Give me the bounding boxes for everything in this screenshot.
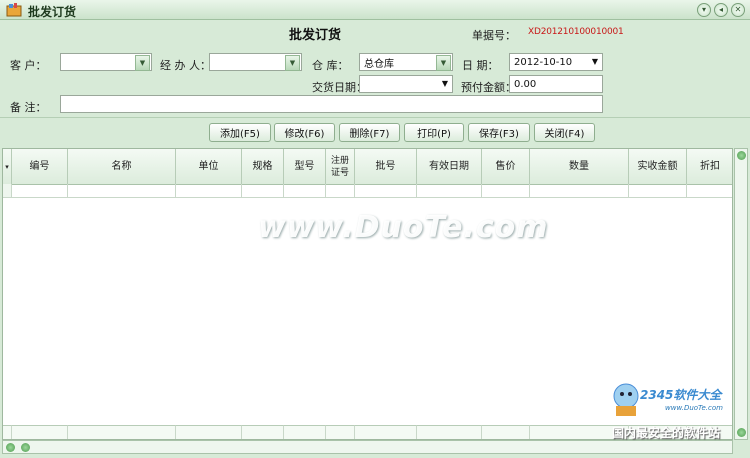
- footer-cell: [3, 425, 12, 439]
- save-button[interactable]: 保存(F3): [468, 123, 530, 142]
- grid-cell[interactable]: [355, 184, 417, 198]
- grid-cell[interactable]: [417, 184, 482, 198]
- delivery-date-input[interactable]: [360, 76, 452, 92]
- grid-cell[interactable]: [176, 184, 242, 198]
- add-button[interactable]: 添加(F5): [209, 123, 271, 142]
- date-label: 日 期：: [462, 59, 499, 72]
- date-input[interactable]: [510, 54, 602, 70]
- customer-label: 客 户：: [10, 59, 47, 72]
- close-button[interactable]: 关闭(F4): [534, 123, 595, 142]
- grid-cell[interactable]: [12, 184, 68, 198]
- form-heading: 批发订货: [288, 28, 341, 43]
- remark-field[interactable]: [60, 95, 603, 113]
- remark-input[interactable]: [61, 96, 602, 112]
- row-indicator-icon: ▾: [3, 149, 12, 184]
- prepay-field[interactable]: [509, 75, 603, 93]
- chevron-down-icon[interactable]: ▼: [436, 55, 451, 71]
- brand-logo-text: 2345软件大全: [640, 388, 722, 402]
- scroll-left-icon[interactable]: [6, 443, 15, 452]
- column-header[interactable]: 编号: [12, 149, 68, 184]
- vertical-scrollbar[interactable]: [734, 148, 748, 440]
- print-button[interactable]: 打印(P): [404, 123, 464, 142]
- scroll-up-icon[interactable]: [737, 151, 746, 160]
- footer-cell: [284, 425, 326, 439]
- delivery-date-picker[interactable]: ▼: [359, 75, 453, 93]
- footer-cell: [417, 425, 482, 439]
- footer-cell: [68, 425, 176, 439]
- footer-cell: [326, 425, 355, 439]
- column-header[interactable]: 单位: [176, 149, 242, 184]
- date-picker[interactable]: ▼: [509, 53, 603, 71]
- grid-cell[interactable]: [326, 184, 355, 198]
- column-header[interactable]: 折扣: [687, 149, 732, 184]
- handler-combo[interactable]: ▼: [209, 53, 302, 71]
- customer-combo[interactable]: ▼: [60, 53, 152, 71]
- watermark: www.DuoTe.com: [258, 210, 549, 245]
- scroll-down-icon[interactable]: [737, 428, 746, 437]
- footer-cell: [242, 425, 284, 439]
- column-header[interactable]: 数量: [530, 149, 629, 184]
- chevron-down-icon[interactable]: ▼: [442, 79, 448, 88]
- grid-cell[interactable]: [687, 184, 732, 198]
- row-indicator-cell: [3, 184, 12, 198]
- column-header[interactable]: 实收金额: [629, 149, 687, 184]
- grid-cell[interactable]: [482, 184, 530, 198]
- handler-label: 经 办 人：: [160, 59, 211, 72]
- footer-cell: [482, 425, 530, 439]
- doc-no-value: XD201210100010001: [528, 27, 624, 37]
- column-header[interactable]: 售价: [482, 149, 530, 184]
- remark-label: 备 注：: [10, 101, 47, 114]
- chevron-down-icon[interactable]: ▼: [285, 55, 300, 71]
- grid-cell[interactable]: [242, 184, 284, 198]
- grid-cell[interactable]: [629, 184, 687, 198]
- grid-cell[interactable]: [530, 184, 629, 198]
- footer-cell: [355, 425, 417, 439]
- warehouse-combo[interactable]: ▼: [359, 53, 453, 71]
- footer-cell: [176, 425, 242, 439]
- mascot-icon: [613, 383, 639, 416]
- grid-cell[interactable]: [284, 184, 326, 198]
- chevron-down-icon[interactable]: ▼: [592, 57, 598, 66]
- column-header[interactable]: 型号: [284, 149, 326, 184]
- brand-logo-url: www.DuoTe.com: [665, 404, 723, 412]
- column-header[interactable]: 注册 证号: [326, 149, 355, 184]
- chevron-down-icon[interactable]: ▼: [135, 55, 150, 71]
- app-icon: [6, 3, 22, 17]
- footer-cell: [12, 425, 68, 439]
- edit-button[interactable]: 修改(F6): [274, 123, 335, 142]
- grid-header: ▾ 编号 名称 单位 规格 型号 注册 证号 批号 有效日期 售价 数量 实收金…: [3, 149, 732, 185]
- prepay-input[interactable]: [510, 76, 602, 92]
- warehouse-label: 仓 库：: [312, 59, 349, 72]
- column-header[interactable]: 规格: [242, 149, 284, 184]
- horizontal-scrollbar[interactable]: [2, 440, 733, 454]
- restore-button[interactable]: ◂: [714, 3, 728, 17]
- delete-button[interactable]: 删除(F7): [339, 123, 400, 142]
- brand-slogan: 国内最安全的软件站: [612, 426, 721, 440]
- minimize-button[interactable]: ▾: [697, 3, 711, 17]
- doc-no-label: 单据号：: [472, 29, 516, 42]
- close-window-button[interactable]: ✕: [731, 3, 745, 17]
- grid-cell[interactable]: [68, 184, 176, 198]
- column-header[interactable]: 有效日期: [417, 149, 482, 184]
- window-title: 批发订货: [28, 5, 77, 19]
- title-bar: [0, 0, 750, 20]
- prepay-label: 预付金额：: [461, 81, 516, 94]
- column-header[interactable]: 名称: [68, 149, 176, 184]
- scroll-thumb-icon[interactable]: [21, 443, 30, 452]
- divider: [0, 117, 750, 118]
- column-header[interactable]: 批号: [355, 149, 417, 184]
